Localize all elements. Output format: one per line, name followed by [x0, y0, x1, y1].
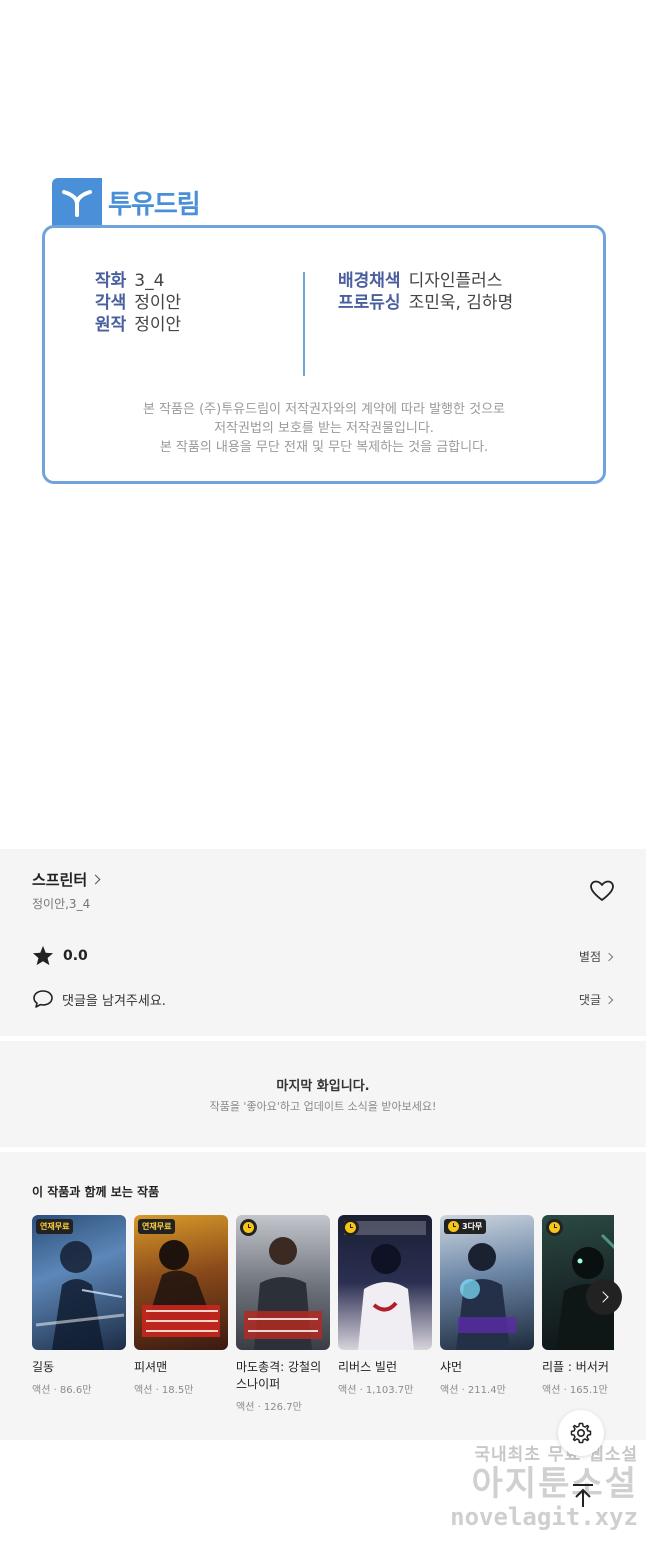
- credit-row-producer: 프로듀싱 조민욱, 김하명: [338, 292, 513, 314]
- credit-label: 원작: [95, 315, 127, 335]
- credit-row-original: 원작 정이안: [95, 314, 181, 336]
- credit-box: 작화 3_4 각색 정이안 원작 정이안 배경채색 디자인플러스 프로듀싱 조민욱, 김하…: [42, 225, 606, 484]
- rec-meta: 액션 · 126.7만: [236, 1402, 302, 1413]
- rec-thumbnail: 3다무: [440, 1215, 534, 1350]
- rec-thumbnail: [338, 1215, 432, 1350]
- rec-meta: 액션 · 211.4만: [440, 1385, 506, 1396]
- chevron-right-icon: [604, 995, 614, 1004]
- credit-label: 각색: [95, 293, 127, 313]
- chevron-right-icon: [604, 952, 614, 961]
- credit-label: 배경채색: [338, 271, 401, 291]
- comment-link-label: 댓글: [578, 993, 601, 1007]
- chevron-right-icon: [90, 874, 101, 885]
- credit-value: 정이안: [134, 293, 182, 313]
- rec-thumbnail: [236, 1215, 330, 1350]
- clock-badge: [342, 1219, 359, 1236]
- copyright-notice: 본 작품은 (주)투유드림이 저작권자와의 계약에 따라 발행한 것으로 저작권…: [45, 400, 603, 457]
- brand-logo-icon: [52, 178, 102, 226]
- watermark-line: 국내최초 무료 웹소설: [474, 1445, 638, 1465]
- rec-cover-art: [142, 1240, 220, 1337]
- rec-card[interactable]: 연재무료 피셔맨 액션 · 18.5만: [134, 1215, 228, 1396]
- scroll-top-button[interactable]: [568, 1480, 598, 1510]
- rec-meta: 액션 · 165.1만: [542, 1385, 608, 1396]
- last-episode-panel: 마지막 화입니다. 작품을 '좋아요'하고 업데이트 소식을 받아보세요!: [0, 1041, 646, 1147]
- credit-row-background: 배경채색 디자인플러스: [338, 270, 513, 292]
- series-title: 스프린터: [32, 871, 88, 889]
- rec-badge: 연재무료: [138, 1219, 176, 1234]
- rec-card[interactable]: 연재무료 길동 액션 · 86.6만: [32, 1215, 126, 1396]
- rec-thumbnail: 연재무료: [32, 1215, 126, 1350]
- credit-value: 디자인플러스: [408, 271, 503, 291]
- series-author: 정이안,3_4: [32, 897, 91, 911]
- rec-badge-label: 3다무: [462, 1222, 483, 1231]
- comment-prompt: 댓글을 남겨주세요.: [62, 993, 166, 1009]
- rec-card[interactable]: 리버스 빌런 액션 · 1,103.7만: [338, 1215, 432, 1396]
- notice-line: 본 작품은 (주)투유드림이 저작권자와의 계약에 따라 발행한 것으로: [143, 402, 505, 417]
- credit-divider: [303, 272, 305, 376]
- recommendations-panel: 이 작품과 함께 보는 작품 연재무료 길동 액션 · 86.6만 연재무료 피…: [0, 1152, 646, 1440]
- credit-row-artist: 작화 3_4: [95, 270, 181, 292]
- series-info-panel: 스프린터 정이안,3_4 0.0 별점 댓글을 남겨주세요. 댓글: [0, 849, 646, 1036]
- carousel-next-button[interactable]: [586, 1279, 622, 1315]
- credit-label: 작화: [95, 271, 127, 291]
- rec-title: 피셔맨: [134, 1360, 168, 1374]
- credit-right-column: 배경채색 디자인플러스 프로듀싱 조민욱, 김하명: [338, 270, 513, 314]
- rec-thumbnail: 연재무료: [134, 1215, 228, 1350]
- rec-card[interactable]: 3다무 샤먼 액션 · 211.4만: [440, 1215, 534, 1396]
- rating-row: 0.0: [32, 945, 88, 966]
- clock-badge: [240, 1219, 257, 1236]
- comment-row[interactable]: 댓글을 남겨주세요.: [32, 989, 166, 1009]
- rec-badge: 3다무: [444, 1219, 487, 1234]
- star-icon: [32, 945, 54, 966]
- comment-icon: [33, 990, 53, 1008]
- rec-title: 리버스 빌런: [338, 1360, 398, 1374]
- rating-value: 0.0: [63, 947, 88, 964]
- rating-link[interactable]: 별점: [578, 948, 614, 965]
- credit-label: 프로듀싱: [338, 293, 401, 313]
- last-episode-subtitle: 작품을 '좋아요'하고 업데이트 소식을 받아보세요!: [209, 1100, 437, 1113]
- chevron-right-icon: [596, 1291, 609, 1303]
- brand-name: 투유드림: [108, 189, 201, 220]
- clock-icon: [345, 1222, 356, 1233]
- clock-icon: [549, 1222, 560, 1233]
- recommendations-heading: 이 작품과 함께 보는 작품: [32, 1185, 160, 1199]
- rec-cover-art: [456, 1243, 516, 1350]
- clock-icon: [448, 1221, 459, 1232]
- rec-meta: 액션 · 86.6만: [32, 1385, 92, 1396]
- recommendations-carousel[interactable]: 연재무료 길동 액션 · 86.6만 연재무료 피셔맨 액션 · 18.5만 마…: [32, 1215, 614, 1425]
- arrow-up-icon: [573, 1484, 593, 1507]
- credit-value: 조민욱, 김하명: [408, 293, 514, 313]
- rec-title: 마도총격: 강철의 스나이퍼: [236, 1360, 322, 1391]
- rating-link-label: 별점: [578, 950, 601, 964]
- last-episode-title: 마지막 화입니다.: [276, 1079, 370, 1094]
- rec-meta: 액션 · 18.5만: [134, 1385, 194, 1396]
- series-title-link[interactable]: 스프린터: [32, 869, 101, 890]
- heart-icon[interactable]: [589, 879, 615, 903]
- rec-badge: 연재무료: [36, 1219, 74, 1234]
- notice-line: 본 작품의 내용을 무단 전재 및 무단 복제하는 것을 금합니다.: [159, 440, 489, 455]
- rec-title: 샤먼: [440, 1360, 463, 1374]
- rec-title: 길동: [32, 1360, 55, 1374]
- credit-value: 정이안: [134, 315, 182, 335]
- credit-value: 3_4: [134, 271, 165, 291]
- rec-title: 리플 : 버서커: [542, 1360, 609, 1374]
- rec-meta: 액션 · 1,103.7만: [338, 1385, 414, 1396]
- brand-header: 투유드림: [52, 178, 201, 226]
- clock-badge: [546, 1219, 563, 1236]
- watermark-line: 아지툰소설: [471, 1464, 638, 1504]
- credit-left-column: 작화 3_4 각색 정이안 원작 정이안: [95, 270, 181, 336]
- notice-line: 저작권법의 보호를 받는 저작권물입니다.: [214, 421, 434, 436]
- site-watermark: 국내최초 무료 웹소설 아지툰소설 novelagit.xyz: [438, 1440, 638, 1531]
- clock-icon: [243, 1222, 254, 1233]
- rec-card[interactable]: 마도총격: 강철의 스나이퍼 액션 · 126.7만: [236, 1215, 330, 1413]
- rec-cover-art: [35, 1241, 125, 1350]
- settings-button[interactable]: [558, 1410, 604, 1456]
- watermark-line: novelagit.xyz: [450, 1503, 638, 1531]
- comment-link[interactable]: 댓글: [578, 991, 614, 1008]
- gear-icon: [570, 1422, 592, 1444]
- credit-row-adaptation: 각색 정이안: [95, 292, 181, 314]
